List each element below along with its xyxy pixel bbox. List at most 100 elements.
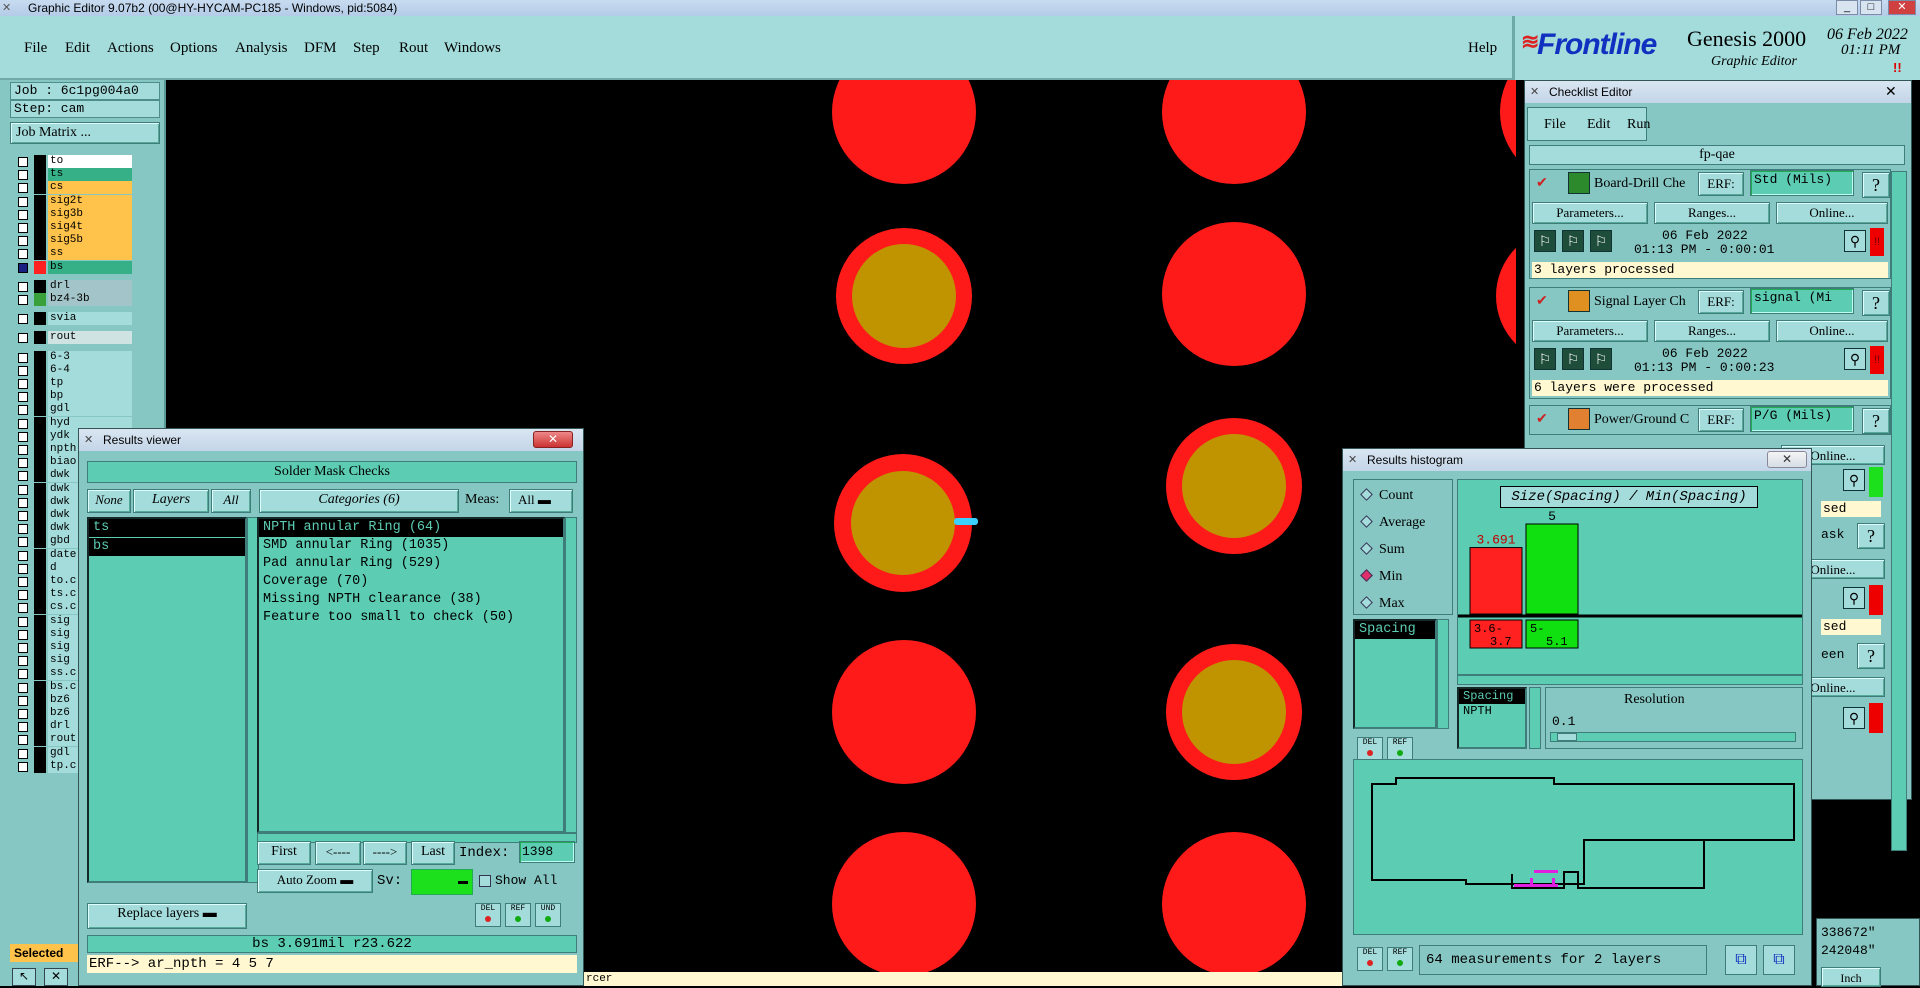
layer-color-swatch[interactable] — [34, 654, 46, 668]
sublist-scrollbar[interactable] — [1529, 687, 1541, 749]
layer-checkbox[interactable] — [18, 418, 28, 429]
mode-average[interactable]: Average — [1360, 515, 1425, 531]
layer-checkbox[interactable] — [18, 333, 28, 344]
layer-color-swatch[interactable] — [34, 456, 46, 470]
checklist-menu-edit[interactable]: Edit — [1587, 117, 1610, 133]
layer-row[interactable]: bz4-3b — [10, 292, 132, 307]
menu-dfm[interactable]: DFM — [304, 40, 337, 57]
mode-count[interactable]: Count — [1360, 488, 1413, 504]
layer-color-swatch[interactable] — [34, 293, 46, 306]
histogram-bar[interactable] — [1525, 523, 1579, 615]
layers-button[interactable]: Layers — [133, 489, 209, 513]
layer-color-swatch[interactable] — [34, 443, 46, 456]
histogram-del-button[interactable]: DEL — [1357, 947, 1383, 971]
next-button[interactable]: ----> — [363, 841, 407, 865]
online-button[interactable]: Online... — [1776, 320, 1888, 342]
item-help-button[interactable]: ? — [1862, 408, 1890, 434]
category-item[interactable]: NPTH annular Ring (64) — [259, 519, 563, 537]
layer-checkbox[interactable] — [18, 445, 28, 455]
run-icon[interactable]: ⚐ — [1534, 230, 1556, 252]
item-check-icon[interactable]: ✔ — [1536, 174, 1548, 191]
item-name[interactable]: Signal Layer Ch — [1594, 294, 1686, 310]
job-matrix-button[interactable]: Job Matrix ... — [10, 122, 160, 144]
item-help-button[interactable]: ? — [1862, 290, 1890, 316]
resolution-slider[interactable] — [1550, 732, 1796, 742]
layer-checkbox[interactable] — [18, 563, 28, 574]
layer-color-swatch[interactable] — [34, 680, 46, 694]
layer-color-swatch[interactable] — [34, 588, 46, 602]
menu-windows[interactable]: Windows — [444, 40, 501, 57]
ranges-button[interactable]: Ranges... — [1654, 320, 1770, 342]
layer-checkbox[interactable] — [18, 656, 28, 667]
layer-checkbox[interactable] — [18, 431, 28, 442]
menu-actions[interactable]: Actions — [107, 40, 154, 57]
layer-checkbox[interactable] — [18, 695, 28, 706]
layer-color-swatch[interactable] — [34, 482, 46, 496]
board-preview[interactable] — [1353, 759, 1803, 935]
category-list[interactable]: NPTH annular Ring (64) SMD annular Ring … — [257, 517, 565, 833]
layer-color-swatch[interactable] — [34, 693, 46, 707]
layer-color-swatch[interactable] — [34, 575, 46, 588]
ref-button[interactable]: REF — [505, 903, 531, 927]
layer-color-swatch[interactable] — [34, 168, 46, 182]
parameters-button[interactable]: Parameters... — [1532, 202, 1648, 224]
layer-color-swatch[interactable] — [34, 733, 46, 747]
layer-checkbox[interactable] — [18, 223, 28, 233]
maximize-button[interactable]: □ — [1860, 0, 1882, 15]
layer-color-swatch[interactable] — [34, 548, 46, 562]
menu-options[interactable]: Options — [170, 40, 218, 57]
previous-button[interactable]: <---- — [315, 841, 361, 865]
menu-analysis[interactable]: Analysis — [235, 40, 288, 57]
layer-checkbox[interactable] — [18, 761, 28, 772]
histogram-del-button[interactable]: DEL — [1357, 737, 1383, 761]
layer-checkbox[interactable] — [18, 471, 28, 482]
layer-color-swatch[interactable] — [34, 707, 46, 720]
layer-checkbox[interactable] — [18, 603, 28, 614]
layer-color-swatch[interactable] — [34, 207, 46, 221]
layer-color-swatch[interactable] — [34, 469, 46, 483]
layer-color-swatch[interactable] — [34, 641, 46, 654]
item-name[interactable]: Board-Drill Che — [1594, 176, 1685, 192]
layer-color-swatch[interactable] — [34, 522, 46, 536]
item-help-button[interactable]: ? — [1857, 643, 1885, 669]
item-name[interactable]: Power/Ground C — [1594, 412, 1689, 428]
cross-tool-icon[interactable]: ✕ — [44, 968, 68, 986]
category-item[interactable]: Missing NPTH clearance (38) — [259, 591, 563, 609]
histogram-list-scrollbar[interactable] — [1437, 619, 1449, 729]
layer-color-swatch[interactable] — [34, 403, 46, 417]
layer-color-swatch[interactable] — [34, 181, 46, 195]
layer-color-swatch[interactable] — [34, 759, 46, 773]
item-help-button[interactable]: ? — [1857, 523, 1885, 549]
layer-color-swatch[interactable] — [34, 247, 46, 261]
histogram-sublist[interactable]: Spacing NPTH — [1457, 687, 1527, 749]
item-check-icon[interactable]: ✔ — [1536, 410, 1548, 427]
list-item[interactable]: Spacing — [1355, 621, 1435, 639]
layer-checkbox[interactable] — [18, 196, 28, 207]
erf-value[interactable]: Std (Mils) — [1750, 170, 1854, 196]
zoom-icon[interactable]: ⚲ — [1844, 348, 1866, 370]
erf-value[interactable]: P/G (Mils) — [1750, 406, 1854, 432]
layer-checkbox[interactable] — [18, 392, 28, 403]
layer-checkbox[interactable] — [18, 281, 28, 292]
auto-zoom-selector[interactable]: Auto Zoom ▬ — [257, 869, 373, 893]
layer-color-swatch[interactable] — [34, 667, 46, 681]
menu-help[interactable]: Help — [1468, 40, 1497, 57]
ranges-button[interactable]: Ranges... — [1654, 202, 1770, 224]
layer-checkbox[interactable] — [18, 295, 28, 305]
run-icon[interactable]: ⚐ — [1562, 348, 1584, 370]
layer-color-swatch[interactable] — [34, 279, 46, 293]
layer-color-swatch[interactable] — [34, 495, 46, 509]
zoom-icon[interactable]: ⚲ — [1843, 469, 1865, 491]
layer-checkbox[interactable] — [18, 537, 28, 548]
layer-checkbox[interactable] — [18, 458, 28, 469]
checklist-scrollbar[interactable] — [1891, 171, 1907, 851]
layer-checkbox[interactable] — [18, 236, 28, 247]
category-item[interactable]: Pad annular Ring (529) — [259, 555, 563, 573]
histogram-bar[interactable] — [1469, 547, 1523, 615]
item-help-button[interactable]: ? — [1862, 172, 1890, 198]
menu-rout[interactable]: Rout — [399, 40, 428, 57]
checklist-menu-run[interactable]: Run — [1627, 117, 1650, 133]
menu-step[interactable]: Step — [353, 40, 380, 57]
list-item[interactable]: NPTH — [1459, 704, 1525, 719]
index-input[interactable]: 1398 — [519, 841, 575, 863]
